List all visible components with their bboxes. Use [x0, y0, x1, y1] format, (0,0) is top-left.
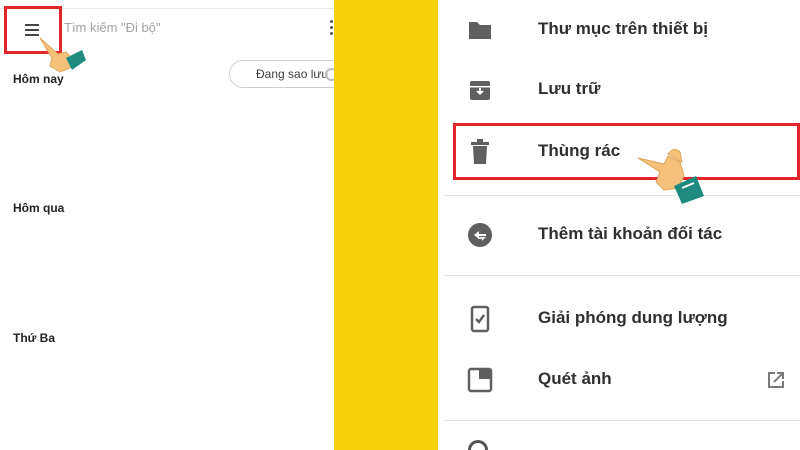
folder-icon: [466, 16, 494, 44]
settings-icon: [468, 440, 488, 450]
menu-item-device-folders[interactable]: Thư mục trên thiết bị: [438, 0, 800, 60]
date-section-yesterday: Hôm qua: [13, 201, 65, 215]
menu-item-label: Lưu trữ: [538, 79, 601, 98]
menu-item-label: Thư mục trên thiết bị: [538, 19, 709, 38]
date-section-tuesday: Thứ Ba: [13, 331, 56, 345]
divider: [444, 420, 800, 421]
menu-item-free-up-space[interactable]: Giải phóng dung lượng: [438, 289, 800, 349]
open-in-new-icon[interactable]: [764, 368, 788, 392]
backup-status-chip[interactable]: Đang sao lưu: [229, 60, 334, 88]
divider: [444, 195, 800, 196]
menu-item-label: Giải phóng dung lượng: [538, 308, 728, 327]
divider: [444, 275, 800, 276]
more-vert-icon: [330, 20, 333, 23]
highlight-box: [453, 123, 800, 180]
menu-item-label: Thêm tài khoản đối tác: [538, 224, 723, 243]
menu-item-archive[interactable]: Lưu trữ: [438, 60, 800, 120]
menu-item-photo-scan[interactable]: Quét ảnh: [438, 350, 800, 410]
hand-pointer-icon: [637, 148, 704, 204]
archive-icon: [466, 76, 494, 104]
navigation-drawer: Thư mục trên thiết bị Lưu trữ Thùng rác: [438, 0, 800, 450]
free-up-space-icon: [466, 305, 494, 333]
photo-scan-icon: [466, 366, 494, 394]
sync-spinner-icon: [325, 68, 334, 81]
menu-item-partner-account[interactable]: Thêm tài khoản đối tác: [438, 205, 800, 265]
search-input[interactable]: Tìm kiếm "Đi bộ": [64, 20, 161, 35]
backup-status-label: Đang sao lưu: [256, 67, 329, 81]
date-section-today: Hôm nay: [13, 72, 64, 86]
more-options-button[interactable]: [326, 18, 334, 38]
photos-main-screen: Tìm kiếm "Đi bộ" Đang sao lưu Hôm nay Hô…: [0, 0, 334, 450]
more-vert-dot: [330, 26, 333, 29]
menu-item-label: Quét ảnh: [538, 369, 612, 388]
more-vert-dot: [330, 32, 333, 35]
partner-account-icon: [466, 221, 494, 249]
